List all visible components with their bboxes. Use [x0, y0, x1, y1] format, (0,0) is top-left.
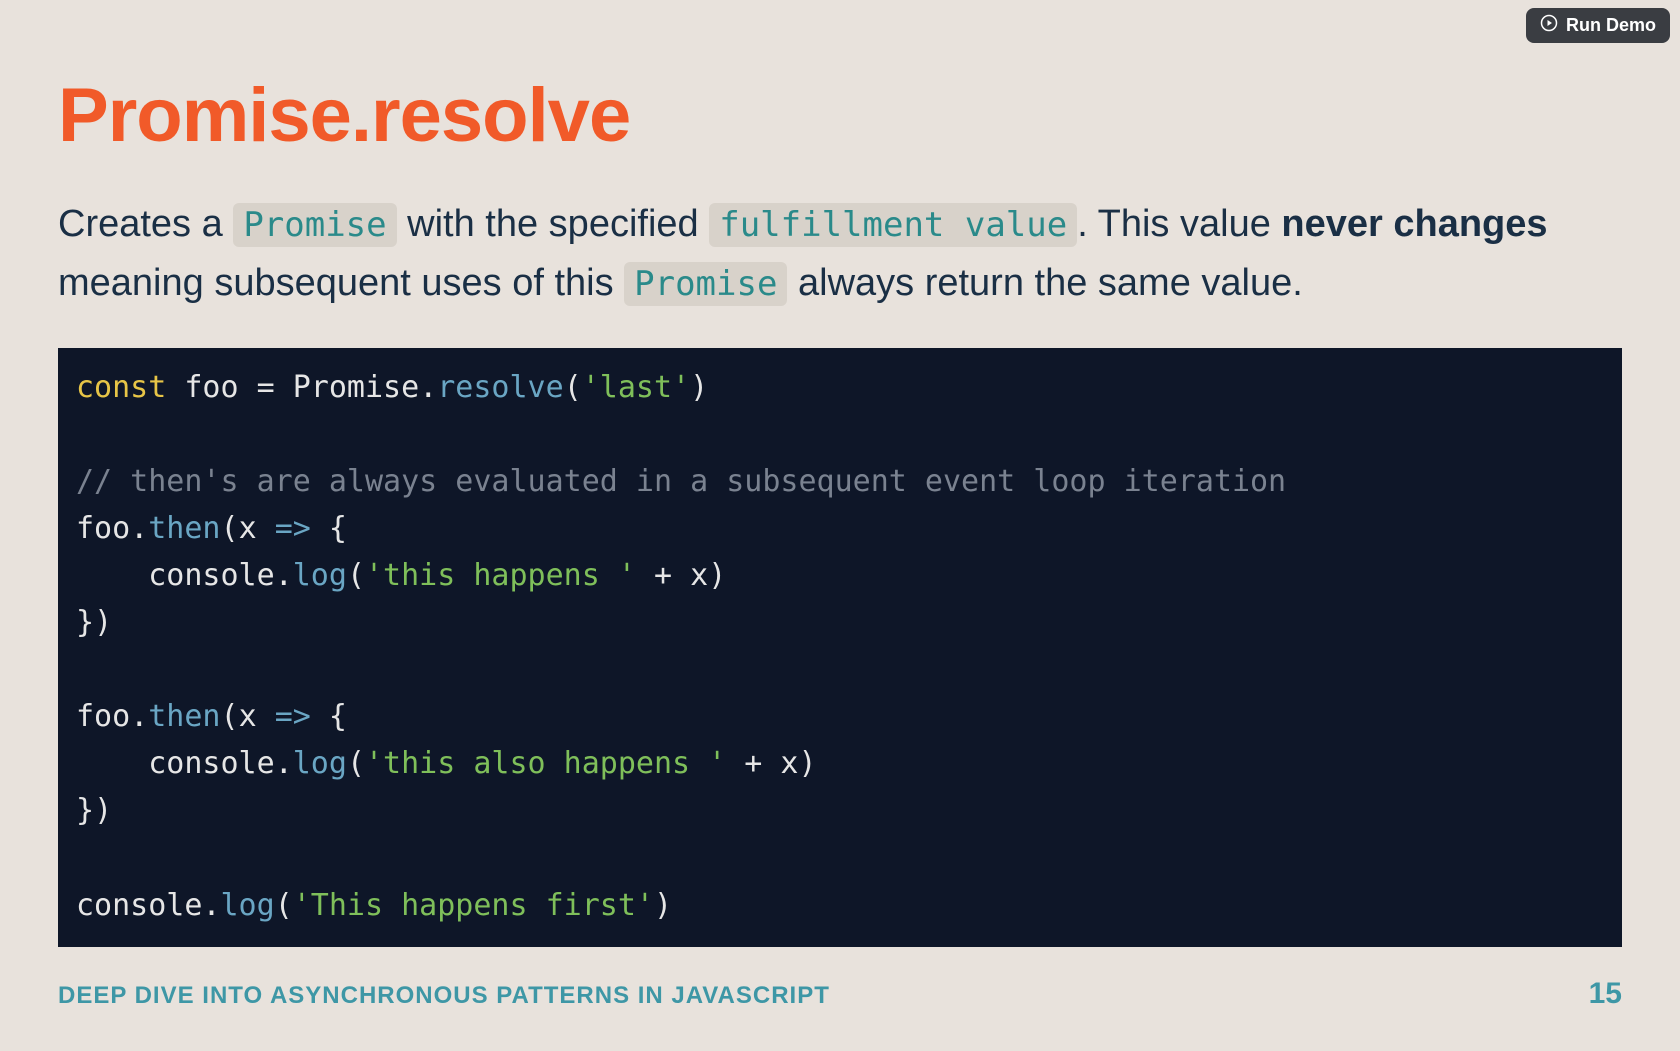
desc-text: always return the same value. [787, 262, 1302, 304]
slide-content: Promise.resolve Creates a Promise with t… [0, 0, 1680, 947]
code-pill-promise-1: Promise [233, 203, 396, 247]
desc-text: . This value [1077, 203, 1281, 245]
run-demo-button[interactable]: Run Demo [1526, 8, 1670, 43]
desc-bold: never changes [1281, 203, 1547, 245]
code-block: const foo = Promise.resolve('last') // t… [58, 348, 1622, 947]
footer: DEEP DIVE INTO ASYNCHRONOUS PATTERNS IN … [58, 977, 1622, 1011]
run-demo-label: Run Demo [1566, 15, 1656, 36]
desc-text: meaning subsequent uses of this [58, 262, 624, 304]
desc-text: with the specified [397, 203, 710, 245]
desc-text: Creates a [58, 203, 233, 245]
code-pill-promise-2: Promise [624, 262, 787, 306]
footer-deck-title: DEEP DIVE INTO ASYNCHRONOUS PATTERNS IN … [58, 982, 830, 1010]
slide-title: Promise.resolve [58, 72, 1622, 159]
play-icon [1540, 14, 1558, 37]
footer-page-number: 15 [1589, 977, 1622, 1011]
code-pill-fulfillment: fulfillment value [709, 203, 1077, 247]
slide-description: Creates a Promise with the specified ful… [58, 195, 1622, 314]
